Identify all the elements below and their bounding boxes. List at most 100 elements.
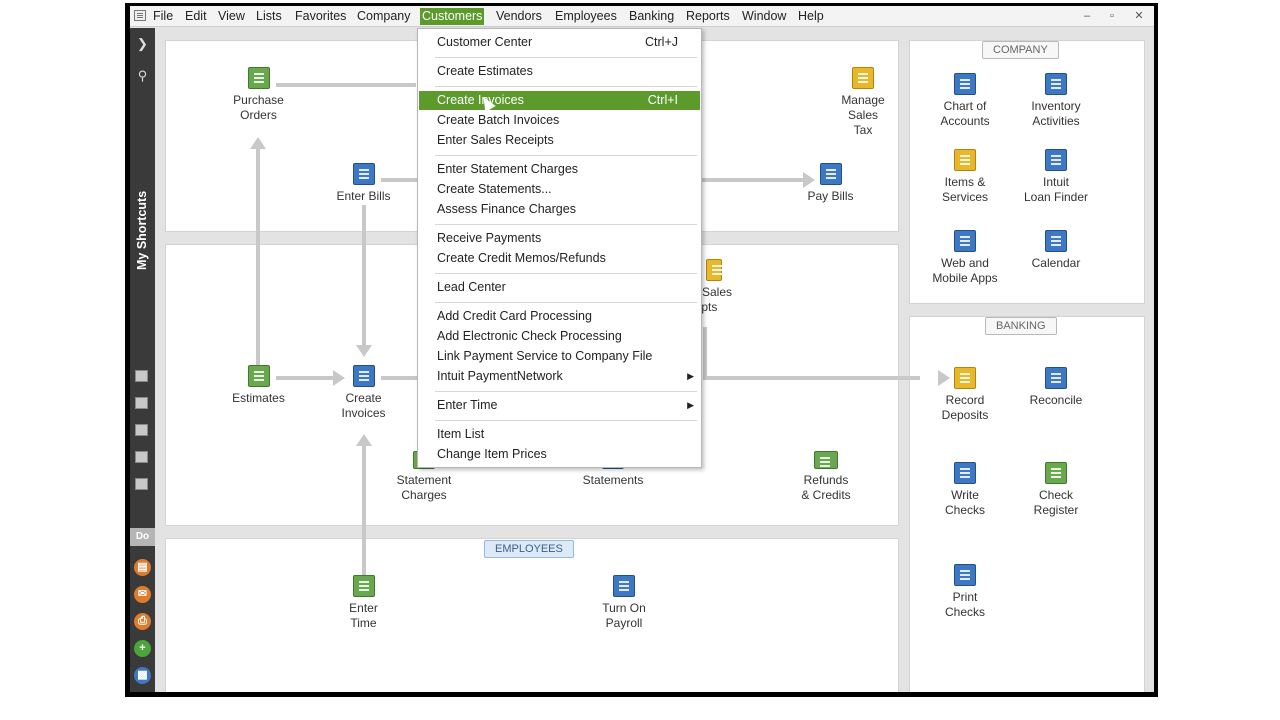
manage-sales-tax-button[interactable]: Manage Sales Tax (833, 67, 893, 138)
customers-dropdown-menu: Customer Center Ctrl+J Create Estimates C… (417, 28, 702, 468)
menu-vendors[interactable]: Vendors (494, 8, 544, 25)
mobile-apps-icon (954, 230, 976, 252)
pay-bills-button[interactable]: Pay Bills (793, 163, 868, 204)
check-register-icon (1045, 462, 1067, 484)
menu-edit[interactable]: Edit (183, 8, 209, 25)
add-icon[interactable]: + (134, 640, 151, 657)
app-menu-icon[interactable] (134, 10, 146, 21)
menu-view[interactable]: View (216, 8, 247, 25)
menu-favorites[interactable]: Favorites (293, 8, 348, 25)
menu-separator (435, 420, 697, 421)
ledger-icon[interactable]: ▤ (134, 559, 151, 576)
print-icon[interactable]: ⎙ (134, 613, 151, 630)
purchase-orders-button[interactable]: Purchase Orders (221, 67, 296, 123)
write-checks-button[interactable]: Write Checks (925, 462, 1005, 518)
menu-customers[interactable]: Customers (420, 8, 485, 25)
search-icon[interactable]: ⚲ (133, 66, 152, 85)
menu-item-receive-payments[interactable]: Receive Payments (419, 229, 700, 248)
inventory-activities-button[interactable]: Inventory Activities (1016, 73, 1096, 129)
banking-tab: BANKING (985, 317, 1057, 335)
menu-separator (435, 302, 697, 303)
menu-item-create-batch-invoices[interactable]: Create Batch Invoices (419, 111, 700, 130)
menu-item-customer-center[interactable]: Customer Center Ctrl+J (419, 33, 700, 52)
enter-time-button[interactable]: Enter Time (326, 575, 401, 631)
calendar-button[interactable]: Calendar (1016, 230, 1096, 271)
menu-file[interactable]: File (151, 8, 175, 25)
menu-employees[interactable]: Employees (553, 8, 619, 25)
record-deposits-button[interactable]: Record Deposits (925, 367, 1005, 423)
menu-company[interactable]: Company (355, 8, 413, 25)
flow-arrow (362, 446, 366, 576)
menu-item-create-statements[interactable]: Create Statements... (419, 180, 700, 199)
flow-arrow (276, 83, 416, 87)
deposit-icon (954, 367, 976, 389)
menu-item-enter-sales-receipts[interactable]: Enter Sales Receipts (419, 131, 700, 150)
menu-separator (435, 391, 697, 392)
company-panel: COMPANY Chart of Accounts Inventory Acti… (909, 40, 1145, 304)
menu-item-link-payment-service[interactable]: Link Payment Service to Company File (419, 347, 700, 366)
menu-item-credit-memos-refunds[interactable]: Create Credit Memos/Refunds (419, 249, 700, 268)
write-checks-icon (954, 462, 976, 484)
shortcut-list-icon[interactable] (135, 397, 148, 409)
menu-separator (435, 155, 697, 156)
bill-icon (352, 163, 375, 185)
turn-on-payroll-button[interactable]: Turn On Payroll (584, 575, 664, 631)
print-checks-button[interactable]: Print Checks (925, 564, 1005, 620)
menu-item-create-invoices[interactable]: Create Invoices Ctrl+I (419, 91, 700, 113)
menu-item-intuit-paymentnetwork[interactable]: Intuit PaymentNetwork ▶ (419, 367, 700, 386)
menu-item-item-list[interactable]: Item List (419, 425, 700, 444)
menu-item-add-credit-card-processing[interactable]: Add Credit Card Processing (419, 307, 700, 326)
items-services-icon (954, 149, 976, 171)
invoice-icon (352, 365, 375, 387)
menu-bar: File Edit View Lists Favorites Company C… (130, 6, 1154, 27)
estimates-icon (247, 365, 270, 387)
flow-arrow (256, 149, 260, 371)
menu-reports[interactable]: Reports (684, 8, 732, 25)
reconcile-button[interactable]: Reconcile (1016, 367, 1096, 408)
shortcut-report-icon[interactable] (135, 478, 148, 490)
restore-icon[interactable]: ▫ (1105, 9, 1119, 23)
enter-bills-button[interactable]: Enter Bills (326, 163, 401, 204)
menu-item-enter-statement-charges[interactable]: Enter Statement Charges (419, 160, 700, 179)
refunds-credits-button[interactable]: Refunds & Credits (786, 451, 866, 503)
menu-item-change-item-prices[interactable]: Change Item Prices (419, 445, 700, 464)
check-register-button[interactable]: Check Register (1016, 462, 1096, 518)
submenu-arrow-icon: ▶ (687, 400, 694, 410)
shortcut-snapshot-icon[interactable] (135, 451, 148, 463)
print-checks-icon (954, 564, 976, 586)
my-shortcuts-label[interactable]: My Shortcuts (135, 190, 149, 270)
employees-panel: EMPLOYEES Enter Time Turn On Payroll (165, 434, 899, 692)
shortcut-calendar-icon[interactable] (135, 424, 148, 436)
create-invoices-button[interactable]: Create Invoices (326, 365, 401, 421)
menu-item-enter-time[interactable]: Enter Time ▶ (419, 396, 700, 415)
flow-arrow (703, 327, 707, 377)
web-mobile-apps-button[interactable]: Web and Mobile Apps (925, 230, 1005, 286)
refunds-icon (814, 451, 838, 469)
submenu-arrow-icon: ▶ (687, 371, 694, 381)
close-icon[interactable]: ✕ (1132, 9, 1146, 23)
items-services-button[interactable]: Items & Services (925, 149, 1005, 205)
menu-item-lead-center[interactable]: Lead Center (419, 278, 700, 297)
minimize-icon[interactable]: – (1080, 9, 1094, 23)
flow-arrow (900, 376, 920, 380)
loan-finder-button[interactable]: Intuit Loan Finder (1016, 149, 1096, 205)
menu-window[interactable]: Window (740, 8, 788, 25)
pay-bills-icon (819, 163, 842, 185)
menu-item-assess-finance-charges[interactable]: Assess Finance Charges (419, 200, 700, 219)
menu-help[interactable]: Help (796, 8, 826, 25)
menu-separator (435, 224, 697, 225)
employees-tab: EMPLOYEES (484, 540, 574, 558)
menu-item-create-estimates[interactable]: Create Estimates (419, 62, 700, 81)
shortcut-home-icon[interactable] (135, 370, 148, 382)
mail-icon[interactable]: ✉ (134, 586, 151, 603)
chart-of-accounts-button[interactable]: Chart of Accounts (925, 73, 1005, 129)
estimates-button[interactable]: Estimates (221, 365, 296, 406)
menu-item-add-electronic-check-processing[interactable]: Add Electronic Check Processing (419, 327, 700, 346)
expand-chevron-icon[interactable]: ❯ (133, 34, 152, 53)
menu-lists[interactable]: Lists (254, 8, 284, 25)
money-icon[interactable]: ▩ (134, 667, 151, 684)
reconcile-icon (1045, 367, 1067, 389)
purchase-order-icon (247, 67, 270, 89)
menu-banking[interactable]: Banking (627, 8, 676, 25)
arrowhead (356, 434, 372, 446)
